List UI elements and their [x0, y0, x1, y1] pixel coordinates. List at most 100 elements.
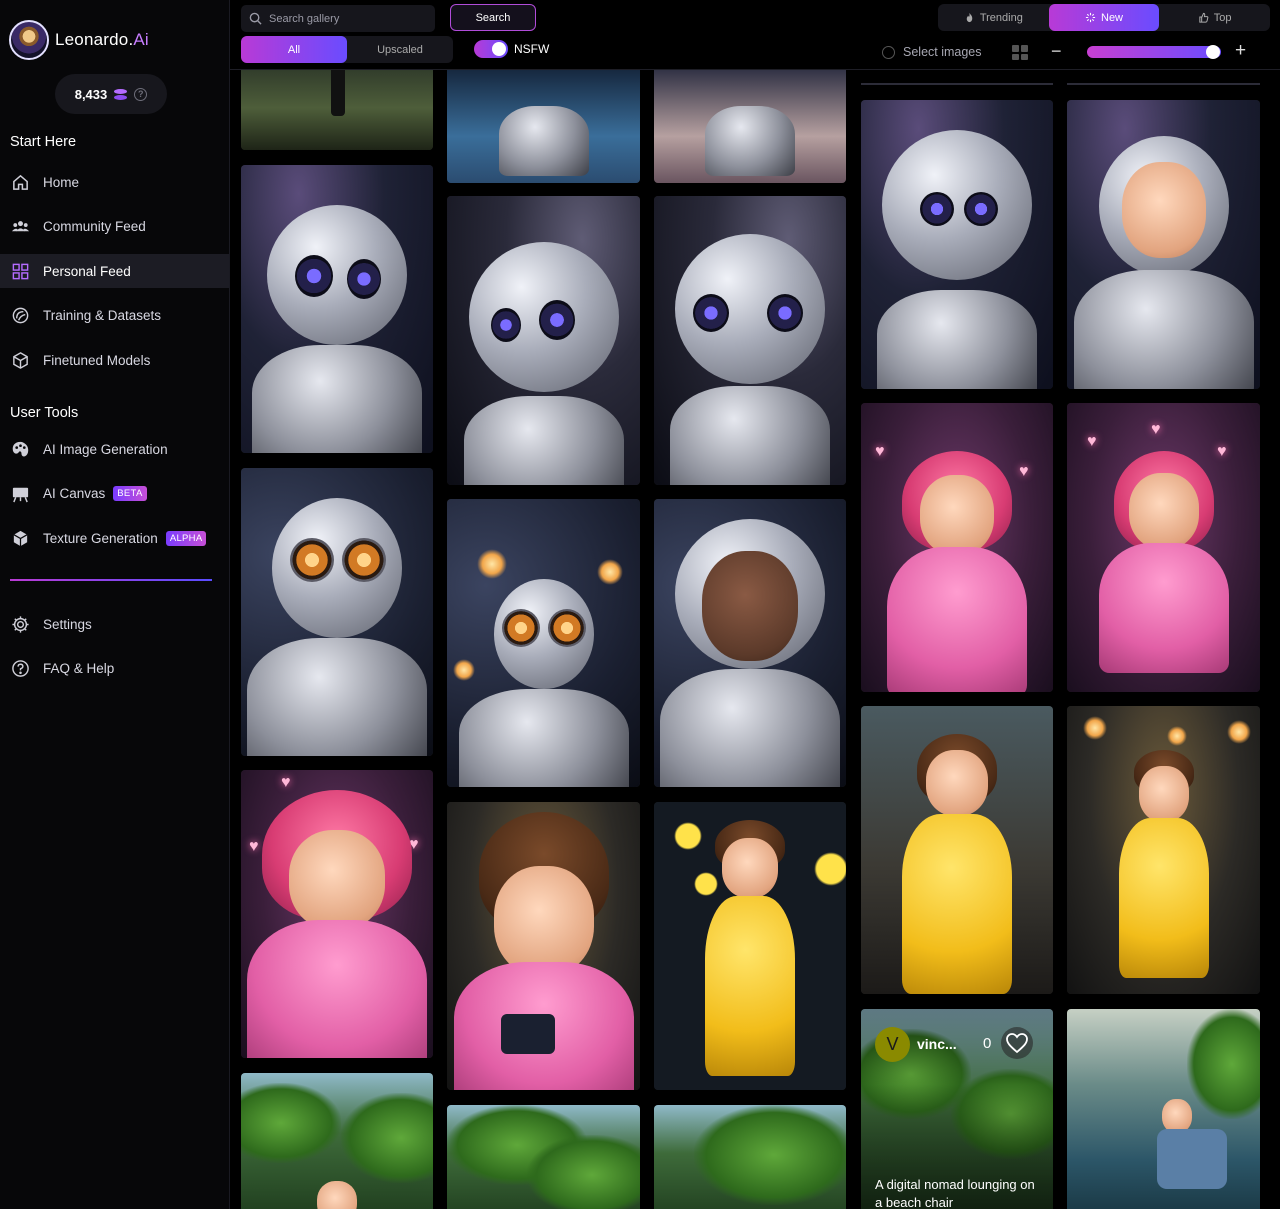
gallery-image-mini-robot-2[interactable]: [654, 70, 846, 183]
logo-avatar-icon: [9, 20, 49, 60]
slider-thumb[interactable]: [1206, 45, 1220, 59]
search-input[interactable]: [269, 12, 429, 25]
sidebar-item-label: Home: [43, 174, 80, 190]
gallery-image-girl-phone[interactable]: [447, 802, 640, 1090]
logo[interactable]: Leonardo.Ai: [9, 20, 149, 60]
gallery-image-pink-girl-2[interactable]: ♥ ♥: [861, 403, 1053, 692]
sidebar-item-label: Texture Generation: [43, 530, 158, 546]
sidebar-item-finetuned-models[interactable]: Finetuned Models: [0, 343, 229, 377]
start-here-heading: Start Here: [10, 134, 77, 150]
filter-upscaled-button[interactable]: Upscaled: [347, 36, 453, 63]
filter-segment: All Upscaled: [241, 36, 453, 63]
sidebar-item-personal-feed[interactable]: Personal Feed: [0, 254, 229, 288]
sidebar-item-label: AI Canvas: [43, 485, 106, 501]
gallery-image-robot-goggles-2[interactable]: [447, 499, 640, 787]
alpha-badge: ALPHA: [165, 530, 207, 546]
tab-trending[interactable]: Trending: [938, 4, 1049, 31]
gallery-image-pink-girl-3[interactable]: ♥ ♥ ♥: [1067, 403, 1260, 692]
gallery-image-yellow-boy[interactable]: [1067, 706, 1260, 994]
sidebar-item-training-datasets[interactable]: Training & Datasets: [0, 298, 229, 332]
nsfw-toggle[interactable]: [474, 40, 508, 58]
gallery-image-beach-laptop[interactable]: [1067, 1009, 1260, 1209]
easel-icon: [10, 483, 30, 503]
figure-silhouette: [331, 70, 345, 116]
column-size-slider[interactable]: [1087, 45, 1221, 59]
tab-top-label: Top: [1213, 11, 1232, 24]
robot-head: [267, 205, 407, 345]
gallery-image-robot-2[interactable]: [447, 196, 640, 485]
gallery-image-robot-4[interactable]: [861, 100, 1053, 389]
grid-icon: [10, 261, 30, 281]
gallery-toolbar: Search All Upscaled NSFW Trending New To…: [230, 0, 1280, 70]
sidebar-item-label: Training & Datasets: [43, 307, 162, 323]
person-shirt: [1157, 1129, 1227, 1189]
column-top-edge: [1067, 83, 1260, 85]
gallery-image-boy-smileys[interactable]: [654, 802, 846, 1090]
image-gallery: ♥ ♥ ♥ ♥ ♥ V vinc... 0 A digital nomad lo…: [230, 70, 1280, 1209]
column-top-edge: [861, 83, 1053, 85]
select-radio[interactable]: [882, 45, 895, 59]
avatar[interactable]: V: [875, 1027, 910, 1062]
sidebar-item-ai-image-generation[interactable]: AI Image Generation: [0, 432, 229, 466]
gallery-image-robot-1[interactable]: [241, 165, 433, 453]
credits-amount: 8,433: [74, 86, 108, 102]
gallery-image-pink-girl-1[interactable]: ♥ ♥ ♥: [241, 770, 433, 1058]
select-images-label: Select images: [903, 45, 982, 59]
image-caption: A digital nomad lounging on a beach chai…: [875, 1177, 1035, 1209]
gear-icon: [10, 614, 30, 634]
flame-icon: [966, 12, 973, 23]
sparkle-icon: [1085, 12, 1096, 23]
sidebar-item-faq-help[interactable]: FAQ & Help: [0, 651, 229, 685]
like-count: 0: [983, 1035, 992, 1052]
robot-body: [252, 345, 422, 453]
sidebar-item-label: AI Image Generation: [43, 441, 168, 457]
credits-help-icon[interactable]: ?: [134, 87, 148, 101]
gallery-image-robot-3[interactable]: [654, 196, 846, 485]
tab-top[interactable]: Top: [1159, 4, 1270, 31]
tab-new-label: New: [1101, 11, 1124, 24]
home-icon: [10, 172, 30, 192]
help-icon: [10, 658, 30, 678]
brand-suffix: Ai: [133, 30, 149, 49]
brand-name: Leonardo.: [55, 30, 134, 49]
thumbs-up-icon: [1199, 12, 1209, 23]
tab-new[interactable]: New: [1048, 4, 1160, 31]
cube-icon: [10, 350, 30, 370]
phone-shape: [501, 1014, 555, 1054]
sidebar-item-ai-canvas[interactable]: AI Canvas BETA: [0, 476, 229, 510]
select-images-control[interactable]: Select images: [882, 45, 982, 59]
search-field[interactable]: [241, 5, 435, 32]
like-button[interactable]: [1001, 1027, 1033, 1059]
gallery-image-mini-robot-1[interactable]: [447, 70, 640, 183]
gallery-image-astronaut-girl[interactable]: [654, 499, 846, 787]
gallery-image-robot-girl[interactable]: [1067, 100, 1260, 389]
training-icon: [10, 305, 30, 325]
author-name[interactable]: vinc...: [917, 1036, 957, 1052]
user-tools-heading: User Tools: [10, 405, 79, 421]
tab-trending-label: Trending: [979, 11, 1023, 24]
gallery-image-yellow-girl[interactable]: [861, 706, 1053, 994]
sidebar-item-community-feed[interactable]: Community Feed: [0, 209, 229, 243]
credits-balance[interactable]: 8,433 ?: [55, 74, 167, 114]
gallery-image-digital-nomad[interactable]: V vinc... 0 A digital nomad lounging on …: [861, 1009, 1053, 1209]
sidebar-item-label: Finetuned Models: [43, 352, 151, 368]
zoom-in-button[interactable]: +: [1235, 40, 1246, 62]
sidebar-item-texture-generation[interactable]: Texture Generation ALPHA: [0, 521, 229, 555]
sidebar-item-label: Community Feed: [43, 218, 146, 234]
gallery-image-robot-goggles[interactable]: [241, 468, 433, 756]
sort-tabs: Trending New Top: [938, 4, 1270, 31]
gallery-image-jungle-man[interactable]: [241, 1073, 433, 1209]
gallery-image-path[interactable]: [241, 70, 433, 150]
gallery-image-jungle-3[interactable]: [654, 1105, 846, 1209]
filter-all-button[interactable]: All: [241, 36, 347, 63]
sidebar-item-home[interactable]: Home: [0, 165, 229, 199]
layout-grid-icon[interactable]: [1012, 45, 1028, 60]
search-button[interactable]: Search: [450, 4, 536, 31]
community-icon: [10, 216, 30, 236]
zoom-out-button[interactable]: −: [1051, 41, 1062, 62]
sidebar-item-label: FAQ & Help: [43, 660, 115, 676]
gallery-image-jungle-2[interactable]: [447, 1105, 640, 1209]
sidebar-item-settings[interactable]: Settings: [0, 607, 229, 641]
sidebar-item-label: Settings: [43, 616, 92, 632]
nsfw-label: NSFW: [514, 42, 550, 56]
